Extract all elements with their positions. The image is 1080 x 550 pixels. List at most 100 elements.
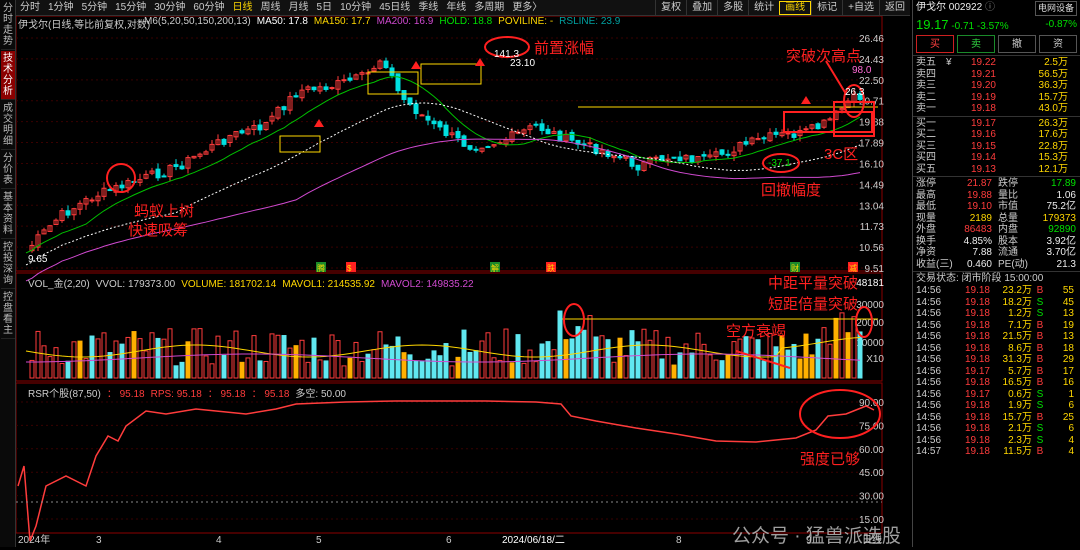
toolbar-button[interactable]: 多股 bbox=[717, 0, 748, 16]
period-tab[interactable]: 1分钟 bbox=[44, 0, 78, 16]
period-tab[interactable]: 周线 bbox=[257, 0, 285, 16]
annotation-zone: 3C区 bbox=[824, 146, 859, 163]
candle-body bbox=[725, 153, 731, 156]
toolbar-button[interactable]: 标记 bbox=[811, 0, 842, 16]
legend-item: M6(5,20,50,150,200,13) bbox=[144, 16, 251, 27]
stat-value: 3.70亿 bbox=[1046, 247, 1076, 258]
left-tab[interactable]: 分时走势 bbox=[1, 1, 15, 50]
trade-button[interactable]: 撤 bbox=[998, 35, 1036, 53]
volume-bar bbox=[743, 336, 749, 379]
ask-row: 卖二 19.19 15.7万 bbox=[916, 92, 1077, 104]
left-tab[interactable]: 分价表 bbox=[1, 151, 15, 189]
toolbar-button[interactable]: 返回 bbox=[879, 0, 910, 16]
left-tab[interactable]: 控投深询 bbox=[1, 240, 15, 289]
period-tab[interactable]: 更多〉 bbox=[508, 0, 546, 16]
legend-item: POVILINE: - bbox=[498, 16, 554, 27]
buy-signal-marker bbox=[801, 96, 811, 104]
volume-bar bbox=[821, 327, 827, 379]
volume-bar bbox=[245, 357, 251, 379]
tick-volume: 15.7万 bbox=[1002, 411, 1032, 423]
volume-bar bbox=[719, 360, 725, 379]
candle-body bbox=[281, 106, 287, 111]
stat-value: 17.89 bbox=[1050, 178, 1076, 189]
period-tab[interactable]: 45日线 bbox=[375, 0, 414, 16]
period-tab[interactable]: 分时 bbox=[16, 0, 44, 16]
period-tab[interactable]: 60分钟 bbox=[189, 0, 228, 16]
period-tab[interactable]: 年线 bbox=[442, 0, 470, 16]
tick-side: S bbox=[1036, 296, 1044, 308]
period-tab[interactable]: 5日 bbox=[313, 0, 337, 16]
tick-row: 14:56 19.17 5.7万 B 17 bbox=[916, 366, 1077, 378]
stat-value: 3.92亿 bbox=[1046, 235, 1076, 247]
tick-time: 14:56 bbox=[916, 423, 942, 434]
trade-button[interactable]: 资 bbox=[1039, 35, 1077, 53]
stats-row: 涨停 21.87 跌停 17.89 bbox=[916, 178, 1077, 190]
bid-level: 买一 bbox=[916, 117, 936, 129]
period-tab[interactable]: 日线 bbox=[229, 0, 257, 16]
ask-book: 卖五 ¥19.22 2.5万 卖四 19.21 56.5万 卖三 19.20 36.3万 卖二 19… bbox=[913, 55, 1080, 116]
tick-time: 14:56 bbox=[916, 434, 942, 446]
date-axis-label: 6 bbox=[446, 535, 452, 546]
ask-level: 卖四 bbox=[916, 68, 936, 80]
tick-list[interactable]: 14:56 19.18 23.2万 B 55 14:56 19.18 18.2万 S 45 14:5… bbox=[913, 285, 1080, 458]
period-tab[interactable]: 季线 bbox=[414, 0, 442, 16]
left-tab[interactable]: 基本资料 bbox=[1, 190, 15, 239]
period-tab[interactable]: 5分钟 bbox=[78, 0, 112, 16]
stats-row: 现量 2189 总量 179373 bbox=[916, 213, 1077, 225]
tick-price: 19.18 bbox=[964, 342, 990, 354]
period-tab[interactable]: 30分钟 bbox=[150, 0, 189, 16]
stats-row: 外盘 86483 内盘 92890 bbox=[916, 224, 1077, 236]
volume-bar bbox=[257, 360, 263, 379]
bid-level: 买五 bbox=[916, 163, 936, 175]
toolbar-button[interactable]: 复权 bbox=[655, 0, 686, 16]
bid-volume: 15.3万 bbox=[1038, 152, 1068, 163]
stat-label: 现量 bbox=[916, 212, 936, 224]
candle-body bbox=[617, 156, 623, 159]
tick-volume: 0.6万 bbox=[1008, 388, 1032, 400]
toolbar-button[interactable]: +自选 bbox=[842, 0, 879, 16]
volume-bar bbox=[533, 361, 539, 379]
tick-time: 14:56 bbox=[916, 388, 942, 400]
trade-button[interactable]: 卖 bbox=[957, 35, 995, 53]
left-tab[interactable]: 控盘看主 bbox=[1, 290, 15, 339]
sector-tag[interactable]: 电网设备 bbox=[1034, 1, 1077, 16]
candle-body bbox=[383, 60, 389, 69]
candle-body bbox=[773, 131, 779, 135]
tick-time: 14:56 bbox=[916, 354, 942, 365]
volume-bar bbox=[761, 360, 767, 379]
stat-value: 7.88 bbox=[972, 247, 992, 258]
volume-bar bbox=[371, 349, 377, 379]
info-icon[interactable]: ⓘ bbox=[985, 2, 995, 13]
period-tab[interactable]: 多周期 bbox=[470, 0, 508, 16]
kline-chart-area[interactable]: 26.46 24.43 22.50 20.71 19.88 17.89 16.10 14.49… bbox=[15, 15, 901, 547]
volume-bar bbox=[353, 341, 359, 379]
price-axis-label: 11.73 bbox=[860, 222, 884, 233]
period-tab[interactable]: 15分钟 bbox=[111, 0, 150, 16]
volume-bar bbox=[47, 356, 53, 379]
trade-button[interactable]: 买 bbox=[916, 35, 954, 53]
bid-row: 买一 19.17 26.3万 bbox=[916, 118, 1077, 130]
volume-bar bbox=[359, 360, 365, 379]
volume-bar bbox=[569, 338, 575, 379]
volume-axis-label: 20000 bbox=[856, 318, 884, 329]
tick-volume: 18.2万 bbox=[1002, 296, 1032, 308]
buy-signal-marker bbox=[411, 61, 421, 69]
candle-body bbox=[155, 168, 161, 179]
volume-bar bbox=[779, 335, 785, 379]
stat-value: 19.10 bbox=[966, 201, 992, 212]
left-tab[interactable]: 技术分析 bbox=[1, 51, 15, 100]
period-tab[interactable]: 月线 bbox=[285, 0, 313, 16]
left-tab[interactable]: 成交明细 bbox=[1, 101, 15, 150]
candle-body bbox=[743, 141, 749, 145]
volume-bar bbox=[557, 310, 563, 379]
tick-time: 14:56 bbox=[916, 365, 942, 377]
toolbar-button[interactable]: 叠加 bbox=[686, 0, 717, 16]
tick-count: 13 bbox=[1062, 331, 1074, 342]
candle-body bbox=[437, 121, 443, 128]
period-tab[interactable]: 10分钟 bbox=[336, 0, 375, 16]
sector-change: -0.87% bbox=[1045, 19, 1077, 30]
toolbar-button[interactable]: 统计 bbox=[748, 0, 779, 16]
price-axis-label: 17.89 bbox=[859, 139, 884, 150]
ask-row: 卖四 19.21 56.5万 bbox=[916, 69, 1077, 81]
toolbar-button[interactable]: 画线 bbox=[779, 0, 812, 15]
